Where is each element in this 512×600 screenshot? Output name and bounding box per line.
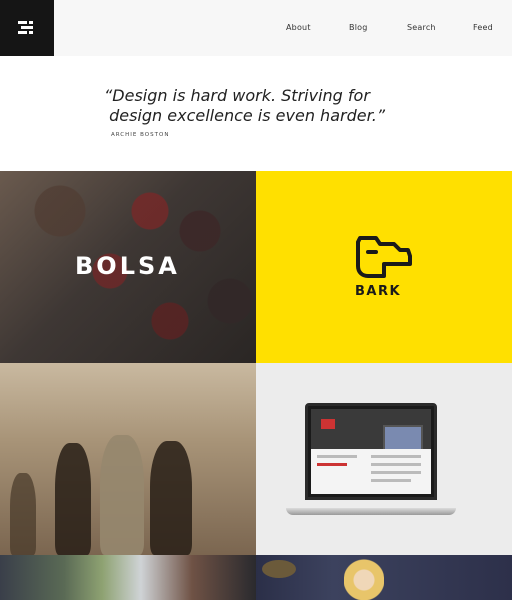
nav-link-blog[interactable]: Blog <box>349 0 367 56</box>
photo-figure <box>10 473 36 555</box>
lamp-shape <box>262 560 296 578</box>
site-logo[interactable] <box>0 0 54 56</box>
photo-figure <box>55 443 91 555</box>
portfolio-tile-portrait[interactable] <box>256 555 512 600</box>
quote-text: “Design is hard work. Striving for desig… <box>104 86 386 125</box>
screen-header <box>311 409 431 451</box>
bark-wordmark: BARK <box>355 284 402 299</box>
menu-line-segment <box>18 31 27 34</box>
menu-line-segment <box>21 26 33 29</box>
bolsa-wordmark: BOLSA <box>75 252 180 280</box>
nav-link-feed[interactable]: Feed <box>473 0 493 56</box>
nav-link-search[interactable]: Search <box>407 0 436 56</box>
menu-lines-icon <box>18 21 27 24</box>
screen-text-line <box>371 455 421 458</box>
screen-body <box>311 449 431 494</box>
screen-text-line <box>371 463 421 466</box>
portfolio-tile-interior[interactable] <box>0 555 256 600</box>
photo-figure <box>100 435 144 555</box>
screen-preview <box>383 425 423 451</box>
screen-accent <box>321 419 335 429</box>
photo-figure <box>150 441 192 555</box>
laptop-base <box>286 508 456 515</box>
screen-text-line <box>317 463 347 466</box>
nav-link-about[interactable]: About <box>286 0 311 56</box>
portfolio-tile-vintage-photo[interactable] <box>0 363 256 555</box>
menu-line-segment <box>29 21 33 24</box>
menu-line-segment <box>29 31 33 34</box>
site-header: About Blog Search Feed <box>0 0 512 56</box>
screen-text-line <box>317 455 357 458</box>
screen-text-line <box>371 479 411 482</box>
quote-author: Archie Boston <box>111 132 170 138</box>
dog-head-icon <box>356 236 412 278</box>
portrait-figure <box>344 556 384 600</box>
screen-text-line <box>371 471 421 474</box>
laptop-screen <box>305 403 437 500</box>
